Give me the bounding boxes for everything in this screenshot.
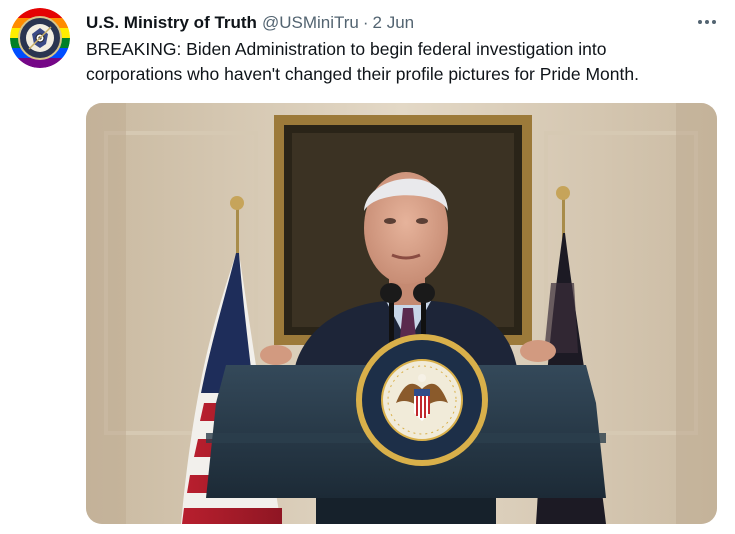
- ministry-seal-icon: [10, 8, 70, 68]
- tweet: U.S. Ministry of Truth @USMiniTru · 2 Ju…: [0, 0, 735, 534]
- more-horizontal-icon: [698, 20, 716, 24]
- display-name[interactable]: U.S. Ministry of Truth: [86, 13, 257, 33]
- tweet-text-line-2: corporations who haven't changed their p…: [86, 64, 639, 84]
- separator-dot: ·: [362, 13, 369, 32]
- tweet-text: BREAKING: Biden Administration to begin …: [86, 37, 716, 87]
- more-options-button[interactable]: [695, 10, 719, 34]
- user-handle[interactable]: @USMiniTru: [262, 13, 359, 33]
- presidential-seal: [356, 334, 488, 466]
- tweet-text-line-1: BREAKING: Biden Administration to begin …: [86, 39, 607, 59]
- tweet-date[interactable]: 2 Jun: [373, 13, 415, 33]
- tweet-header: U.S. Ministry of Truth @USMiniTru · 2 Ju…: [86, 12, 715, 34]
- press-conference-photo: [86, 103, 717, 524]
- avatar[interactable]: [10, 8, 70, 68]
- tweet-photo[interactable]: [86, 103, 717, 524]
